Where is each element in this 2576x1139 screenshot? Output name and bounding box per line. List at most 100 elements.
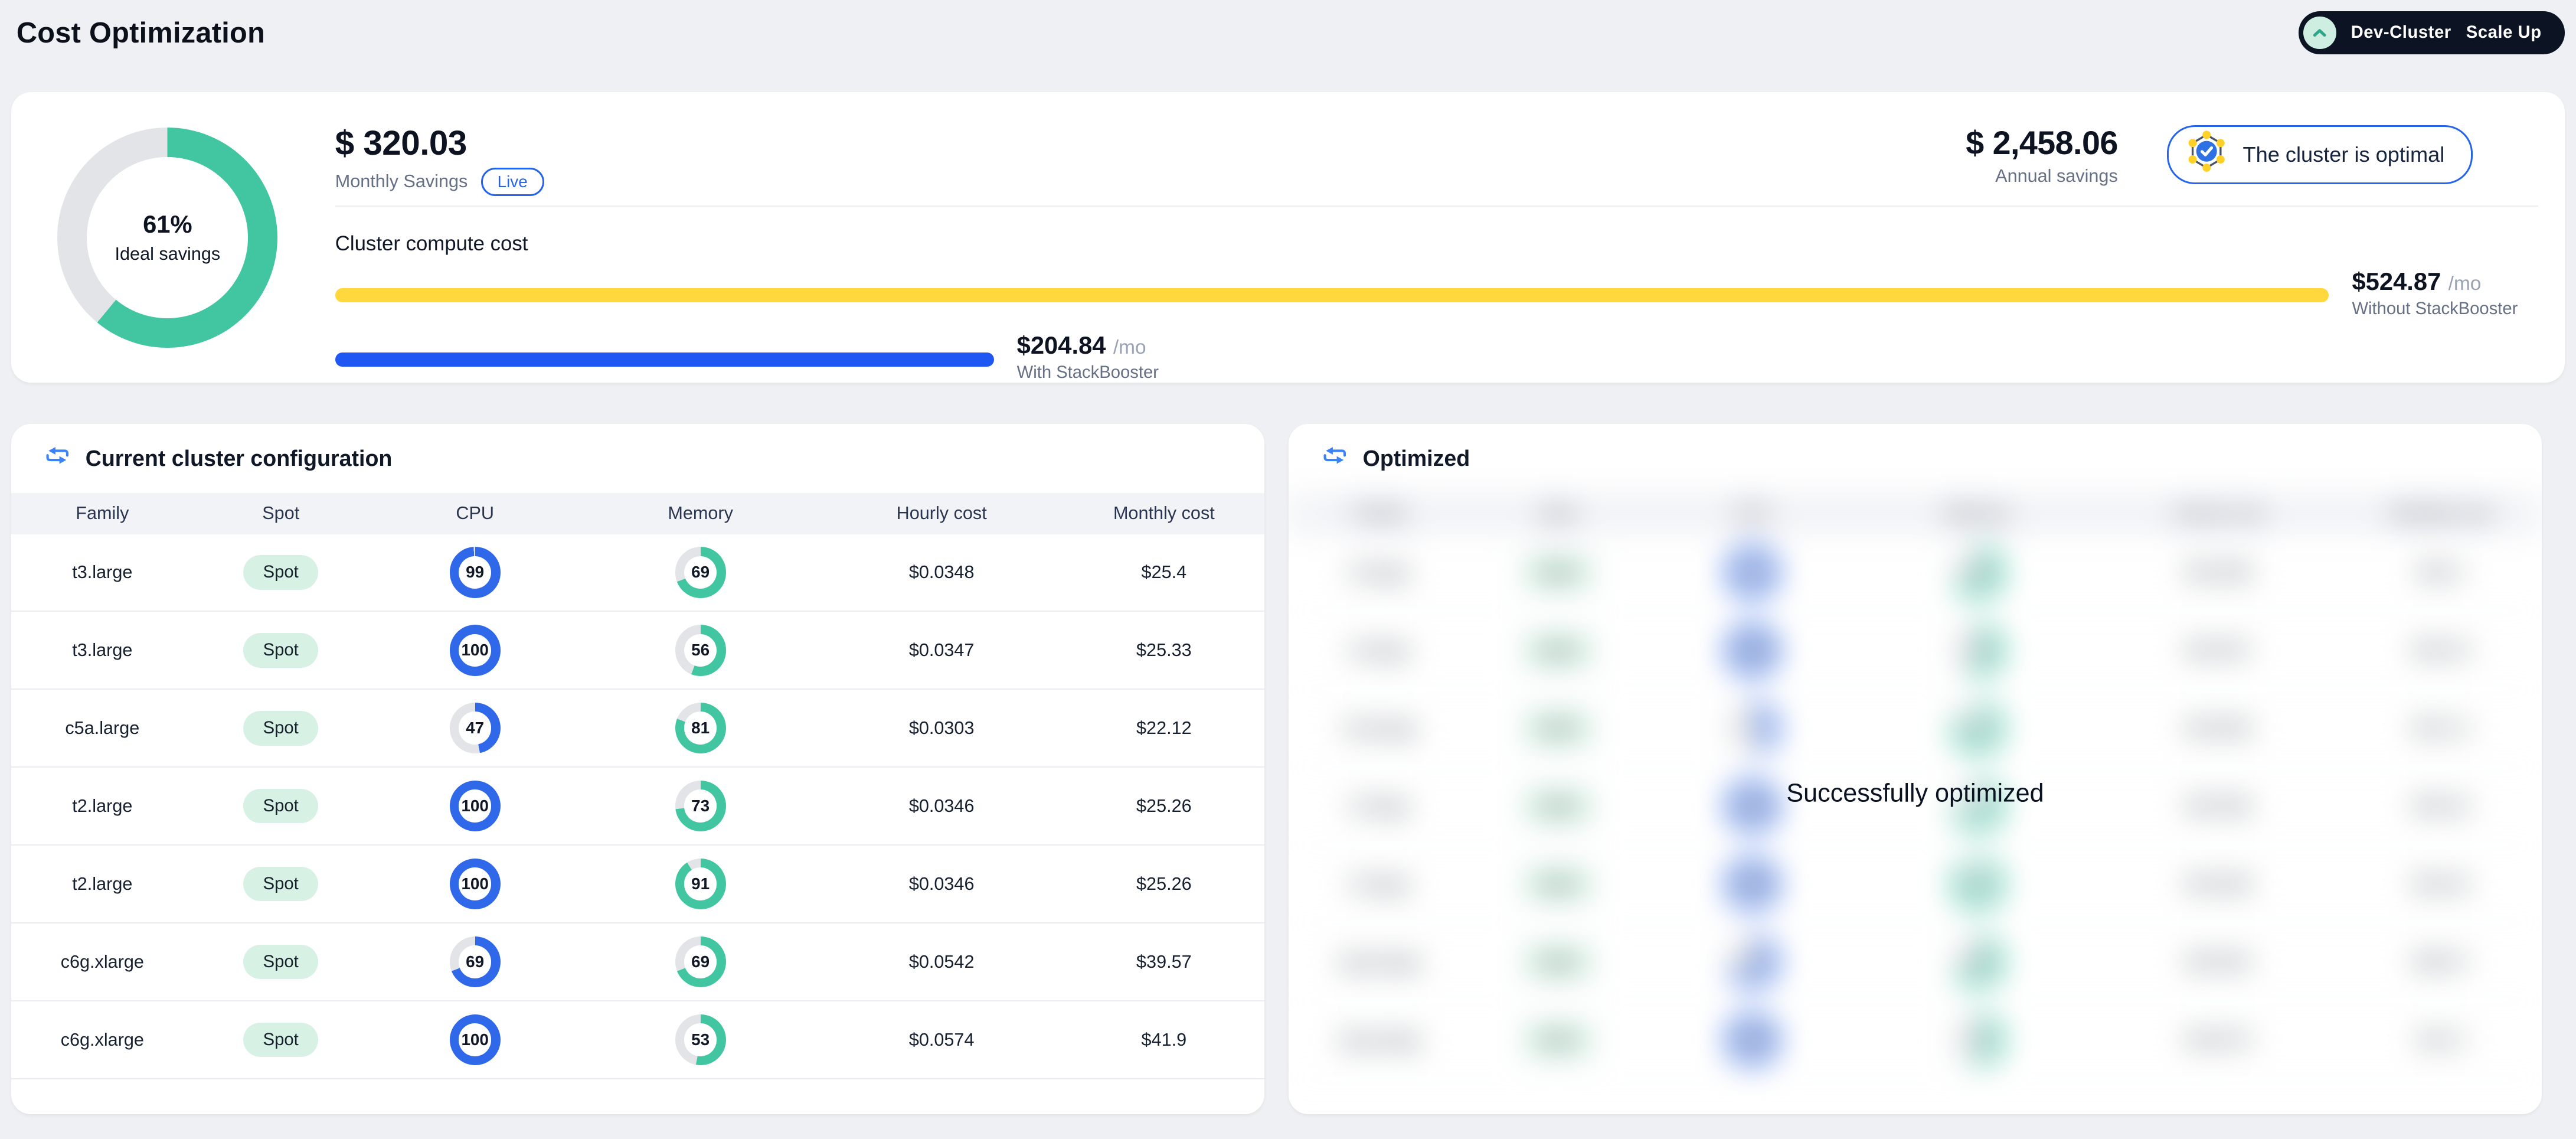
cell-monthly-cost: $25.4 bbox=[2418, 562, 2464, 582]
cell-memory: 53 bbox=[581, 1014, 819, 1066]
memory-donut: 91 bbox=[675, 859, 726, 910]
cell-memory: 56 bbox=[581, 625, 819, 676]
table-header: Family Spot CPU Memory Hourly cost Monthly co… bbox=[1289, 492, 2542, 534]
table-row: t3.large Spot 100 56 $0.0347 $25.33 bbox=[1289, 612, 2542, 690]
column-header-monthly-cost: Monthly cost bbox=[2390, 503, 2492, 524]
memory-donut: 69 bbox=[675, 547, 726, 598]
column-header-hourly-cost: Hourly cost bbox=[2173, 503, 2264, 524]
table-row: t2.large Spot 100 91 $0.0346 $25.26 bbox=[1289, 846, 2542, 924]
cpu-donut: 69 bbox=[1727, 936, 1778, 988]
cell-hourly-cost: $0.0347 bbox=[2186, 639, 2252, 660]
column-header-memory: Memory bbox=[1945, 503, 2011, 524]
scale-up-label: Scale Up bbox=[2466, 23, 2542, 43]
annual-savings-amount: $ 2,458.06 bbox=[1966, 124, 2118, 161]
cell-hourly-cost: $0.0574 bbox=[908, 1029, 975, 1050]
metrics-row: $ 320.03 Monthly Savings Live $ 2,458.06… bbox=[335, 124, 2539, 207]
cell-hourly-cost: $0.0346 bbox=[2186, 873, 2252, 894]
cell-family: t2.large bbox=[72, 795, 133, 816]
ideal-savings-donut-wrap: 61% Ideal savings bbox=[11, 92, 323, 383]
cell-monthly-cost: $25.4 bbox=[1141, 562, 1187, 582]
cluster-scale-up-button[interactable]: Dev-Cluster Scale Up bbox=[2298, 11, 2565, 54]
current-cluster-title: Current cluster configuration bbox=[85, 445, 393, 471]
optimized-title: Optimized bbox=[1362, 445, 1470, 471]
cell-family: t2.large bbox=[1349, 873, 1410, 894]
hexagon-check-icon bbox=[2185, 130, 2228, 179]
cluster-name: Dev-Cluster bbox=[2351, 23, 2451, 43]
cell-memory: 91 bbox=[1859, 859, 2097, 910]
cell-monthly-cost: $25.33 bbox=[2413, 639, 2469, 660]
cell-family: c6g.xlarge bbox=[1338, 1029, 1421, 1050]
cell-family: c6g.xlarge bbox=[1338, 951, 1421, 972]
monthly-savings-block: $ 320.03 Monthly Savings Live bbox=[335, 125, 544, 196]
current-cluster-card: Current cluster configuration Family Spot… bbox=[11, 424, 1264, 1114]
cluster-compute-cost-section: Cluster compute cost $524.87 /mo Without… bbox=[335, 207, 2538, 384]
cell-cpu: 47 bbox=[368, 703, 581, 754]
memory-donut: 81 bbox=[1952, 703, 2003, 754]
cell-monthly-cost: $39.57 bbox=[2413, 951, 2469, 972]
with-stackbooster-row: $204.84 /mo With StackBooster bbox=[335, 333, 2538, 384]
table-row: c6g.xlarge Spot 100 53 $0.0574 $41.9 bbox=[1289, 1001, 2542, 1079]
without-stackbooster-row: $524.87 /mo Without StackBooster bbox=[335, 267, 2538, 319]
cluster-optimal-text: The cluster is optimal bbox=[2242, 142, 2445, 167]
cell-memory: 53 bbox=[1859, 1014, 2097, 1066]
spot-badge: Spot bbox=[243, 555, 319, 590]
table-row: t3.large Spot 100 56 $0.0347 $25.33 bbox=[11, 612, 1264, 690]
cell-cpu: 100 bbox=[1646, 625, 1859, 676]
cost-optimization-page: Cost Optimization Dev-Cluster Scale Up 6… bbox=[0, 0, 2576, 1139]
column-header-family: Family bbox=[76, 503, 129, 524]
cpu-donut: 100 bbox=[1727, 625, 1778, 676]
without-unit: /mo bbox=[2448, 272, 2482, 295]
without-sublabel: Without StackBooster bbox=[2352, 299, 2518, 318]
cpu-donut: 47 bbox=[449, 703, 501, 754]
table-row: c6g.xlarge Spot 100 53 $0.0574 $41.9 bbox=[11, 1001, 1264, 1079]
table-row: t2.large Spot 100 91 $0.0346 $25.26 bbox=[11, 846, 1264, 924]
column-header-memory: Memory bbox=[668, 503, 733, 524]
cell-monthly-cost: $25.26 bbox=[2413, 873, 2469, 894]
cell-family: t2.large bbox=[72, 873, 133, 894]
spot-badge: Spot bbox=[1521, 633, 1596, 668]
spot-badge: Spot bbox=[1521, 555, 1596, 590]
cell-monthly-cost: $41.9 bbox=[1141, 1029, 1187, 1050]
swap-arrows-icon bbox=[44, 442, 71, 475]
ideal-savings-percent: 61% bbox=[143, 210, 192, 239]
cluster-optimal-badge: The cluster is optimal bbox=[2167, 125, 2473, 185]
with-stackbooster-bar bbox=[335, 352, 994, 367]
cell-monthly-cost: $41.9 bbox=[2418, 1029, 2464, 1050]
cell-family: c6g.xlarge bbox=[60, 1029, 144, 1050]
cell-cpu: 47 bbox=[1646, 703, 1859, 754]
cell-cpu: 100 bbox=[368, 859, 581, 910]
cpu-donut: 99 bbox=[1727, 547, 1778, 598]
cell-memory: 73 bbox=[581, 781, 819, 832]
savings-summary-card: 61% Ideal savings $ 320.03 Monthly Savin… bbox=[11, 92, 2565, 384]
cell-cpu: 69 bbox=[1646, 936, 1859, 988]
spot-badge: Spot bbox=[243, 866, 319, 902]
cell-monthly-cost: $25.26 bbox=[1136, 873, 1192, 894]
swap-arrows-icon bbox=[1322, 442, 1348, 475]
memory-donut: 56 bbox=[1952, 625, 2003, 676]
cell-family: c5a.large bbox=[65, 717, 140, 738]
without-amount: $524.87 bbox=[2352, 267, 2441, 295]
column-header-spot: Spot bbox=[1539, 503, 1577, 524]
spot-badge: Spot bbox=[243, 633, 319, 668]
successfully-optimized-text: Successfully optimized bbox=[1786, 779, 2044, 808]
cell-cpu: 100 bbox=[368, 1014, 581, 1066]
cell-spot: Spot bbox=[1470, 944, 1646, 980]
cell-spot: Spot bbox=[193, 633, 368, 668]
cell-memory: 56 bbox=[1859, 625, 2097, 676]
spot-badge: Spot bbox=[1521, 944, 1596, 980]
cell-cpu: 69 bbox=[368, 936, 581, 988]
annual-savings-label: Annual savings bbox=[1995, 166, 2118, 187]
cell-hourly-cost: $0.0303 bbox=[908, 717, 975, 738]
column-header-cpu: CPU bbox=[1733, 503, 1771, 524]
memory-donut: 91 bbox=[1952, 859, 2003, 910]
with-amount: $204.84 bbox=[1016, 331, 1106, 360]
cell-cpu: 100 bbox=[368, 781, 581, 832]
cell-family: c6g.xlarge bbox=[60, 951, 144, 972]
cell-spot: Spot bbox=[1470, 1022, 1646, 1058]
cell-spot: Spot bbox=[1470, 555, 1646, 590]
cell-monthly-cost: $22.12 bbox=[1136, 717, 1192, 738]
cell-cpu: 99 bbox=[1646, 547, 1859, 598]
cpu-donut: 100 bbox=[449, 1014, 501, 1066]
current-cluster-title-row: Current cluster configuration bbox=[11, 424, 1264, 493]
live-badge: Live bbox=[480, 167, 544, 196]
